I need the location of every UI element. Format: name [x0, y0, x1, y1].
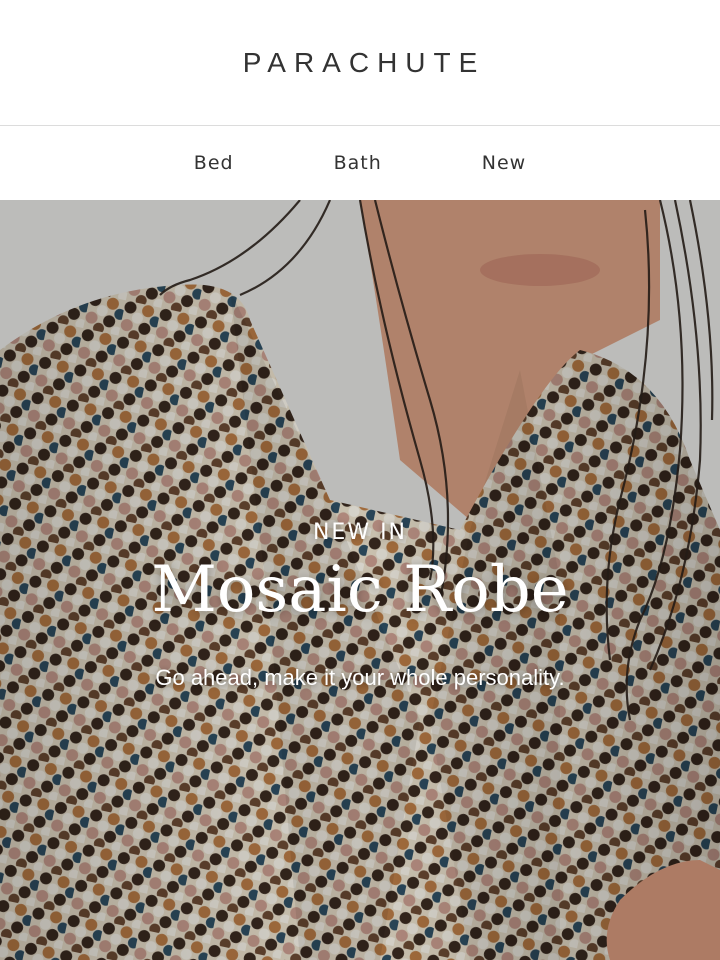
nav-item-bath[interactable]: Bath — [334, 152, 382, 174]
nav-item-bed[interactable]: Bed — [194, 152, 234, 174]
hero-eyebrow: NEW IN — [312, 520, 408, 545]
brand-logo[interactable]: PARACHUTE — [235, 47, 486, 79]
hero-headline: Mosaic Robe — [151, 553, 569, 627]
hero-copy: NEW IN Mosaic Robe Go ahead, make it you… — [0, 520, 720, 691]
primary-nav: Bed Bath New — [0, 126, 720, 200]
nav-item-new[interactable]: New — [482, 152, 526, 174]
email-header: PARACHUTE — [0, 0, 720, 126]
hero-banner[interactable]: NEW IN Mosaic Robe Go ahead, make it you… — [0, 200, 720, 960]
hero-subhead: Go ahead, make it your whole personality… — [155, 665, 565, 690]
